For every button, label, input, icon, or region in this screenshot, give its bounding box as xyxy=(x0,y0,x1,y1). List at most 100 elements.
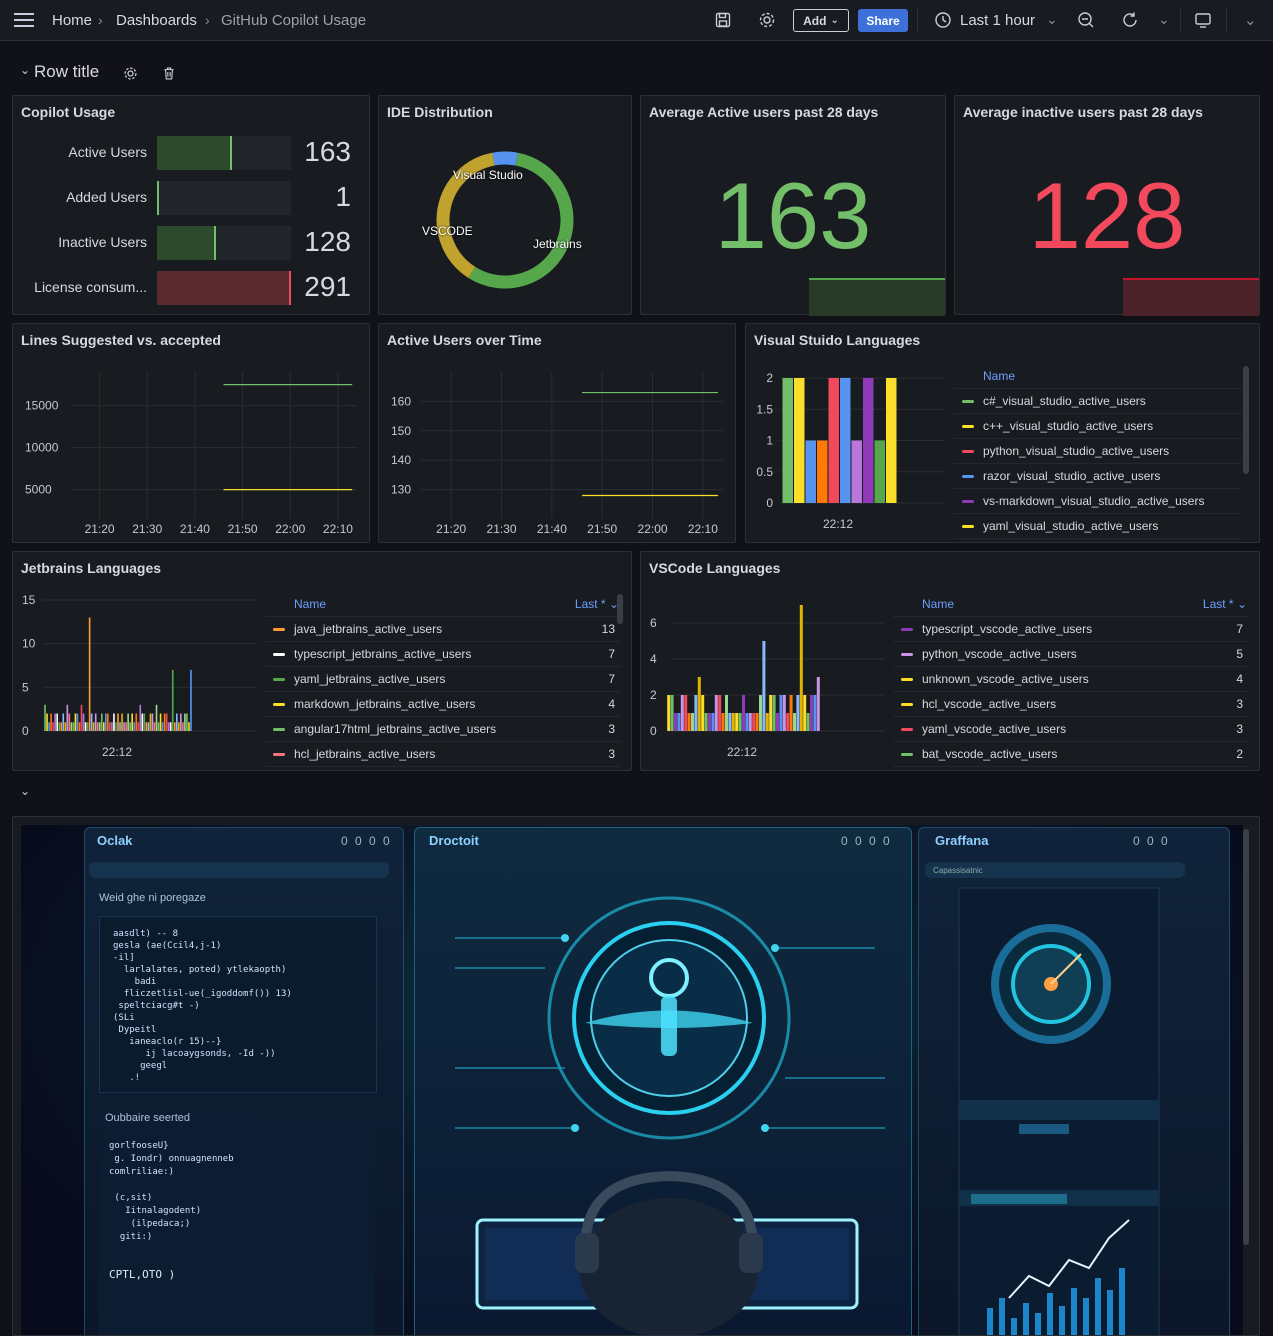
legend-item[interactable]: hcl_jetbrains_active_users 3 xyxy=(265,742,621,767)
bar[interactable] xyxy=(165,713,168,731)
bar[interactable] xyxy=(125,722,127,731)
breadcrumb-dashboards[interactable]: Dashboards xyxy=(116,12,197,29)
legend-item[interactable]: bat_vscode_active_users 2 xyxy=(893,742,1249,767)
bar[interactable] xyxy=(704,713,708,731)
bar[interactable] xyxy=(117,713,119,731)
legend-header-name[interactable]: Name xyxy=(983,369,1015,383)
bar[interactable] xyxy=(62,713,65,731)
bar[interactable] xyxy=(769,695,773,731)
bar[interactable] xyxy=(48,722,50,731)
bar[interactable] xyxy=(796,695,800,731)
timeseries-chart[interactable]: 21:20 21:30 21:40 21:50 22:00 22:10 15000 10000… xyxy=(13,324,369,542)
legend-item[interactable]: yaml_jetbrains_active_users 7 xyxy=(265,667,621,692)
bar[interactable] xyxy=(80,704,83,731)
bar[interactable] xyxy=(752,713,756,731)
bar[interactable] xyxy=(68,713,71,731)
bar[interactable] xyxy=(786,713,790,731)
bar[interactable] xyxy=(119,722,121,731)
bar[interactable] xyxy=(851,440,863,504)
bar[interactable] xyxy=(78,722,81,731)
bar[interactable] xyxy=(115,722,117,731)
bar[interactable] xyxy=(817,440,828,504)
bar[interactable] xyxy=(794,378,805,503)
legend-header-last[interactable]: Last * ⌄ xyxy=(1203,597,1247,611)
bar[interactable] xyxy=(145,722,148,731)
bar[interactable] xyxy=(133,722,136,731)
bar[interactable] xyxy=(171,669,174,731)
bar[interactable] xyxy=(779,695,783,731)
bar[interactable] xyxy=(718,695,722,731)
bar[interactable] xyxy=(687,713,691,731)
bar[interactable] xyxy=(721,713,725,731)
bar[interactable] xyxy=(735,713,739,731)
collapse-chevron-icon[interactable]: ⌄ xyxy=(20,784,30,798)
bar[interactable] xyxy=(738,713,742,731)
bar[interactable] xyxy=(54,713,56,731)
bar[interactable] xyxy=(762,641,766,731)
bar[interactable] xyxy=(50,713,52,731)
add-button[interactable]: Add ⌄ xyxy=(793,9,849,32)
bar[interactable] xyxy=(74,713,77,731)
bar[interactable] xyxy=(163,713,166,731)
bar[interactable] xyxy=(155,704,158,731)
bar[interactable] xyxy=(805,440,817,504)
bar[interactable] xyxy=(86,722,89,731)
bar[interactable] xyxy=(96,722,99,731)
bar[interactable] xyxy=(44,704,46,731)
bar[interactable] xyxy=(863,378,874,503)
row-settings-icon[interactable] xyxy=(123,66,138,81)
bar[interactable] xyxy=(728,713,732,731)
bar[interactable] xyxy=(169,722,172,731)
timeseries-chart[interactable]: 21:20 21:30 21:40 21:50 22:00 22:10 160 150 140 1… xyxy=(379,324,735,542)
bar[interactable] xyxy=(701,695,705,731)
bar[interactable] xyxy=(680,695,684,731)
bar[interactable] xyxy=(793,713,796,731)
bar[interactable] xyxy=(173,722,176,731)
bar[interactable] xyxy=(708,713,711,731)
legend-item[interactable]: yaml_visual_studio_active_users xyxy=(954,514,1242,539)
donut-slice[interactable] xyxy=(492,151,518,166)
bar[interactable] xyxy=(107,713,109,731)
share-button[interactable]: Share xyxy=(858,9,908,32)
bar[interactable] xyxy=(694,695,698,731)
bar[interactable] xyxy=(748,713,752,731)
bar[interactable] xyxy=(677,713,681,731)
bar[interactable] xyxy=(113,713,115,731)
bar[interactable] xyxy=(725,695,728,731)
legend-header-name[interactable]: Name xyxy=(294,597,326,611)
bar[interactable] xyxy=(776,713,779,731)
bar[interactable] xyxy=(759,695,762,731)
legend-item[interactable]: yaml_vscode_active_users 3 xyxy=(893,717,1249,742)
bar[interactable] xyxy=(72,722,75,731)
bar[interactable] xyxy=(184,713,186,731)
bar[interactable] xyxy=(674,713,677,731)
legend-header-name[interactable]: Name xyxy=(922,597,954,611)
bar[interactable] xyxy=(135,713,138,731)
bar[interactable] xyxy=(711,713,715,731)
bar[interactable] xyxy=(90,713,93,731)
bar[interactable] xyxy=(105,713,107,731)
legend-item[interactable]: markdown_jetbrains_active_users 4 xyxy=(265,692,621,717)
legend-item[interactable]: c++_visual_studio_active_users xyxy=(954,414,1242,439)
bar[interactable] xyxy=(745,713,749,731)
bar[interactable] xyxy=(60,722,63,731)
bar[interactable] xyxy=(731,713,735,731)
bar[interactable] xyxy=(100,713,103,731)
trash-icon[interactable] xyxy=(162,66,176,81)
bar[interactable] xyxy=(76,713,79,731)
bar[interactable] xyxy=(70,722,73,731)
legend-item[interactable]: razor_visual_studio_active_users xyxy=(954,464,1242,489)
chevron-down-icon[interactable]: ⌄ xyxy=(1244,11,1257,29)
bar[interactable] xyxy=(782,695,786,731)
bar[interactable] xyxy=(147,722,150,731)
legend-item[interactable]: python_visual_studio_active_users xyxy=(954,439,1242,464)
bar[interactable] xyxy=(102,722,105,731)
bar[interactable] xyxy=(813,695,817,731)
bar[interactable] xyxy=(714,695,718,731)
chevron-down-icon[interactable]: ⌄ xyxy=(1046,11,1058,28)
legend-item[interactable]: java_jetbrains_active_users 13 xyxy=(265,617,621,642)
save-icon[interactable] xyxy=(714,11,732,29)
bar[interactable] xyxy=(670,695,674,731)
bar[interactable] xyxy=(139,704,142,731)
bar[interactable] xyxy=(167,722,170,731)
